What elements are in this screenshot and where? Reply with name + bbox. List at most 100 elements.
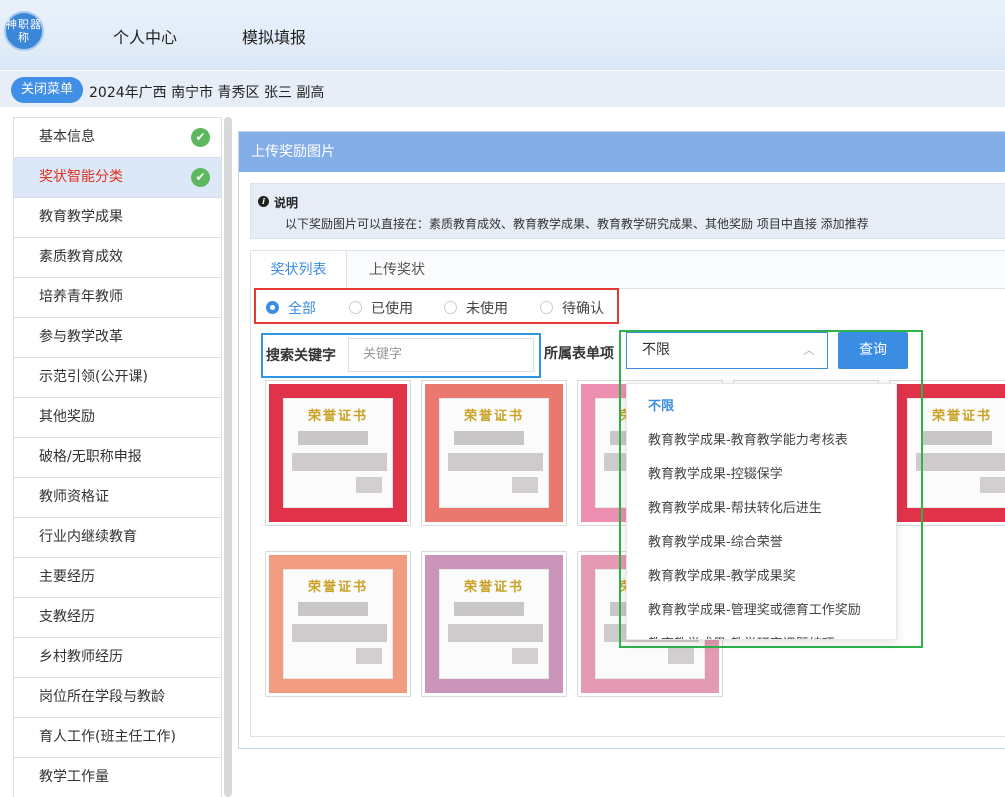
sidebar-item-label: 乡村教师经历 xyxy=(39,649,123,665)
sidebar-item[interactable]: 教师资格证 xyxy=(14,478,221,518)
check-circle-icon: ✔ xyxy=(191,128,210,147)
filter-pending-radio[interactable]: 待确认 xyxy=(540,298,604,318)
sidebar-item-label: 主要经历 xyxy=(39,569,95,585)
sidebar-item[interactable]: 育人工作(班主任工作) xyxy=(14,718,221,758)
sidebar-item[interactable]: 教育教学成果 xyxy=(14,198,221,238)
sidebar-item[interactable]: 示范引领(公开课) xyxy=(14,358,221,398)
redacted-seal xyxy=(668,648,694,664)
notice-box: i 说明 以下奖励图片可以直接在：素质教育成效、教育教学成果、教育教学研究成果、… xyxy=(250,183,1005,239)
filter-unused-radio[interactable]: 未使用 xyxy=(444,298,508,318)
radio-icon xyxy=(540,301,553,314)
query-button[interactable]: 查询 xyxy=(838,332,908,369)
sidebar-item-label: 行业内继续教育 xyxy=(39,529,137,545)
sidebar-item-label: 岗位所在学段与教龄 xyxy=(39,689,165,705)
certificate-frame: 荣誉证书 xyxy=(269,555,407,693)
certificate-body: 荣誉证书 xyxy=(439,569,549,679)
certificate-title: 荣誉证书 xyxy=(463,580,524,595)
category-label: 所属表单项 xyxy=(544,346,614,362)
certificate-thumbnail[interactable]: 荣誉证书 xyxy=(421,380,567,526)
redacted-text xyxy=(448,453,543,471)
dropdown-option[interactable]: 教育教学成果-教学研究课题结项 xyxy=(627,628,896,639)
certificate-title: 荣誉证书 xyxy=(307,409,368,424)
tab-award-list[interactable]: 奖状列表 xyxy=(251,251,347,290)
notice-title: 说明 xyxy=(274,196,299,210)
status-filter-group: 全部 已使用 未使用 待确认 xyxy=(254,288,619,324)
tab-bar: 奖状列表 上传奖状 xyxy=(251,251,1005,290)
tab-upload-award[interactable]: 上传奖状 xyxy=(369,251,425,289)
redacted-text xyxy=(292,624,387,642)
sidebar-item[interactable]: 岗位所在学段与教龄 xyxy=(14,678,221,718)
certificate-thumbnail[interactable]: 荣誉证书 xyxy=(265,380,411,526)
sidebar-item-label: 培养青年教师 xyxy=(39,289,123,305)
sidebar-item[interactable]: 参与教学改革 xyxy=(14,318,221,358)
sidebar-item-label: 素质教育成效 xyxy=(39,249,123,265)
sidebar-item[interactable]: 主要经历 xyxy=(14,558,221,598)
top-header: 神职器称 个人中心 模拟填报 xyxy=(0,0,1005,70)
category-select[interactable]: 不限 ︿ xyxy=(626,332,828,369)
breadcrumb-bar: 关闭菜单 2024年广西 南宁市 青秀区 张三 副高 xyxy=(0,71,1005,107)
redacted-seal xyxy=(980,477,1005,493)
certificate-body: 荣誉证书 xyxy=(283,398,393,508)
certificate-frame: 荣誉证书 xyxy=(425,384,563,522)
sidebar-item[interactable]: 奖状智能分类 ✔ xyxy=(14,158,221,198)
redacted-text xyxy=(922,431,992,445)
sidebar-item-label: 示范引领(公开课) xyxy=(39,369,148,385)
redacted-text xyxy=(916,453,1005,471)
certificate-title: 荣誉证书 xyxy=(463,409,524,424)
keyword-search-group: 搜索关键字 关键字 xyxy=(261,333,541,378)
dropdown-option[interactable]: 教育教学成果-综合荣誉 xyxy=(627,526,896,560)
redacted-text xyxy=(292,453,387,471)
sidebar-item-label: 参与教学改革 xyxy=(39,329,123,345)
breadcrumb: 2024年广西 南宁市 青秀区 张三 副高 xyxy=(89,85,325,101)
dropdown-option[interactable]: 教育教学成果-教育教学能力考核表 xyxy=(627,424,896,458)
sidebar-item[interactable]: 乡村教师经历 xyxy=(14,638,221,678)
search-input[interactable]: 关键字 xyxy=(348,338,534,372)
dropdown-option[interactable]: 不限 xyxy=(627,390,896,424)
chevron-up-icon: ︿ xyxy=(802,343,815,357)
certificate-thumbnail[interactable]: 荣誉证书 xyxy=(421,551,567,697)
dropdown-option[interactable]: 教育教学成果-控辍保学 xyxy=(627,458,896,492)
sidebar-item[interactable]: 素质教育成效 xyxy=(14,238,221,278)
sidebar-scrollbar[interactable] xyxy=(224,117,232,797)
sidebar-item[interactable]: 基本信息 ✔ xyxy=(14,118,221,158)
sidebar-item-label: 教育教学成果 xyxy=(39,209,123,225)
check-circle-icon: ✔ xyxy=(191,168,210,187)
sidebar-item[interactable]: 破格/无职称申报 xyxy=(14,438,221,478)
dropdown-option[interactable]: 教育教学成果-管理奖或德育工作奖励 xyxy=(627,594,896,628)
sidebar-item-label: 奖状智能分类 xyxy=(39,169,123,185)
sidebar-item-label: 破格/无职称申报 xyxy=(39,449,142,465)
sidebar-item-label: 其他奖励 xyxy=(39,409,95,425)
radio-checked-icon xyxy=(266,301,279,314)
certificate-body: 荣誉证书 xyxy=(439,398,549,508)
redacted-text xyxy=(454,431,524,445)
certificate-title: 荣誉证书 xyxy=(307,580,368,595)
sidebar-item-label: 教学工作量 xyxy=(39,769,109,785)
sidebar-item[interactable]: 其他奖励 xyxy=(14,398,221,438)
search-label: 搜索关键字 xyxy=(266,348,336,364)
redacted-text xyxy=(298,431,368,445)
category-dropdown: 不限 教育教学成果-教育教学能力考核表 教育教学成果-控辍保学 教育教学成果-帮扶转化… xyxy=(626,383,897,640)
redacted-text xyxy=(298,602,368,616)
certificate-frame: 荣誉证书 xyxy=(269,384,407,522)
sidebar-item[interactable]: 培养青年教师 xyxy=(14,278,221,318)
nav-personal-center[interactable]: 个人中心 xyxy=(113,24,177,48)
panel-title: 上传奖励图片 xyxy=(239,132,1005,172)
nav-simulated-filing[interactable]: 模拟填报 xyxy=(242,24,306,48)
sidebar-item[interactable]: 行业内继续教育 xyxy=(14,518,221,558)
notice-body: 以下奖励图片可以直接在：素质教育成效、教育教学成果、教育教学研究成果、其他奖励 … xyxy=(285,217,869,231)
radio-icon xyxy=(349,301,362,314)
sidebar-item-label: 育人工作(班主任工作) xyxy=(39,729,176,745)
dropdown-option[interactable]: 教育教学成果-教学成果奖 xyxy=(627,560,896,594)
dropdown-option[interactable]: 教育教学成果-帮扶转化后进生 xyxy=(627,492,896,526)
sidebar-item[interactable]: 支教经历 xyxy=(14,598,221,638)
sidebar-item-label: 支教经历 xyxy=(39,609,95,625)
radio-icon xyxy=(444,301,457,314)
close-menu-button[interactable]: 关闭菜单 xyxy=(11,77,84,103)
info-icon: i xyxy=(258,196,269,207)
filter-all-radio[interactable]: 全部 xyxy=(266,298,316,318)
certificate-thumbnail[interactable]: 荣誉证书 xyxy=(265,551,411,697)
filter-used-radio[interactable]: 已使用 xyxy=(349,298,413,318)
app-logo[interactable]: 神职器称 xyxy=(4,11,44,51)
sidebar-item[interactable]: 教学工作量 xyxy=(14,758,221,797)
sidebar-menu: 基本信息 ✔ 奖状智能分类 ✔ 教育教学成果 素质教育成效 培养青年教师 参与教学改革示范引领… xyxy=(13,117,222,797)
